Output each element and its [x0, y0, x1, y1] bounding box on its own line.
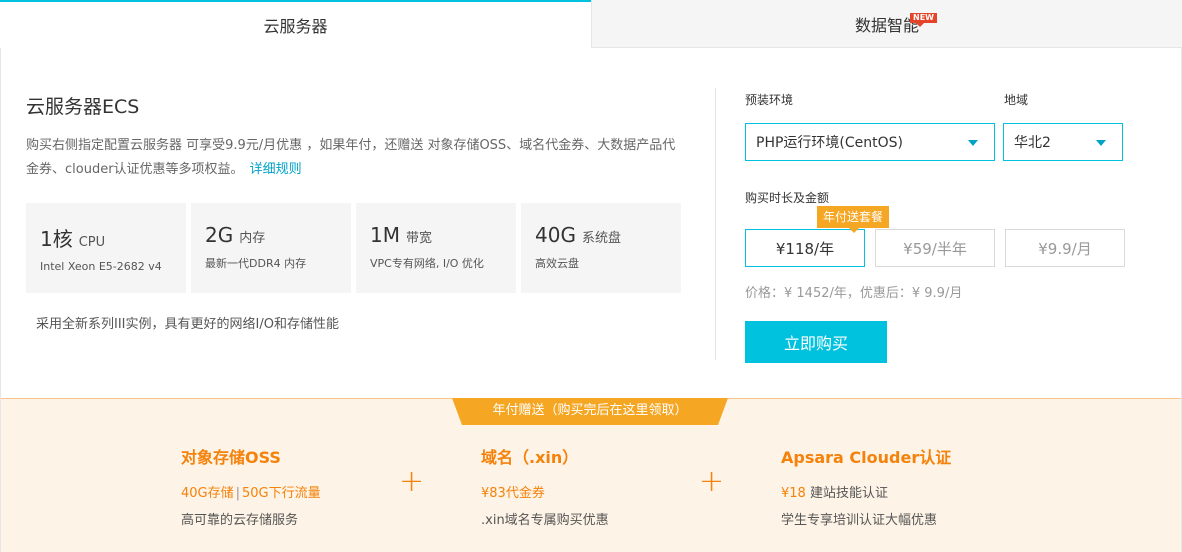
gift-domain-coupon: ¥83代金券	[481, 486, 545, 501]
spec-cpu-detail: Intel Xeon E5-2682 v4	[40, 260, 162, 273]
spec-card-cpu: 1核 CPU Intel Xeon E5-2682 v4	[26, 203, 186, 293]
duration-option-halfyear-label: ¥59/半年	[903, 239, 967, 258]
spec-cpu-unit: CPU	[78, 235, 106, 250]
gift-oss-separator: |	[235, 486, 241, 501]
gift-domain-desc: .xin域名专属购买优惠	[481, 513, 609, 528]
buy-now-label: 立即购买	[783, 334, 848, 353]
gift-oss-title: 对象存储OSS	[181, 448, 281, 467]
duration-option-year-label: ¥118/年	[775, 239, 835, 258]
spec-bandwidth-detail: VPC专有网络, I/O 优化	[370, 257, 484, 270]
duration-option-month[interactable]: ¥9.9/月	[1005, 229, 1125, 267]
plus-icon: +	[699, 464, 725, 499]
caret-down-icon	[968, 140, 978, 146]
duration-option-month-label: ¥9.9/月	[1038, 239, 1092, 258]
buy-now-button[interactable]: 立即购买	[745, 321, 887, 363]
price-text: 价格：¥ 1452/年，优惠后：¥ 9.9/月	[745, 286, 963, 301]
env-select[interactable]: PHP运行环境(CentOS)	[745, 123, 995, 161]
region-select[interactable]: 华北2	[1003, 123, 1123, 161]
tab-cloud-server-label: 云服务器	[263, 17, 328, 36]
gift-oss-desc: 高可靠的云存储服务	[181, 513, 299, 528]
gift-ribbon-text: 年付赠送（购买完后在这里领取）	[492, 403, 688, 418]
detail-rules-link[interactable]: 详细规则	[250, 162, 302, 177]
product-description-text: 购买右侧指定配置云服务器 可享受9.9元/月优惠 ，如果年付，还赠送 对象存储O…	[26, 138, 676, 177]
gift-clouder-desc: 学生专享培训认证大幅优惠	[781, 513, 938, 528]
duration-option-year[interactable]: ¥118/年	[745, 229, 865, 267]
gift-oss-traffic: 50G下行流量	[242, 486, 321, 501]
instance-note: 采用全新系列III实例，具有更好的网络I/O和存储性能	[36, 317, 339, 332]
gift-item-clouder: Apsara Clouder认证 ¥18 建站技能认证 学生专享培训认证大幅优惠	[781, 444, 951, 528]
spec-memory-detail: 最新一代DDR4 内存	[205, 257, 307, 270]
spec-cpu-value: 1核	[40, 227, 73, 251]
gift-item-domain: 域名（.xin） ¥83代金券 .xin域名专属购买优惠	[481, 444, 609, 528]
spec-memory-unit: 内存	[239, 231, 266, 246]
spec-disk-unit: 系统盘	[581, 231, 621, 246]
spec-memory-value: 2G	[205, 223, 234, 247]
promo-tag: 年付送套餐	[817, 206, 890, 233]
region-select-value: 华北2	[1014, 135, 1051, 151]
caret-down-icon	[1096, 140, 1106, 146]
gift-item-oss: 对象存储OSS 40G存储 | 50G下行流量 高可靠的云存储服务	[181, 444, 321, 528]
duration-label: 购买时长及金额	[745, 191, 830, 205]
gift-domain-title: 域名（.xin）	[481, 448, 579, 467]
tab-cloud-server[interactable]: 云服务器	[0, 0, 591, 48]
gift-clouder-skill: 建站技能认证	[809, 486, 888, 501]
spec-disk-value: 40G	[535, 223, 576, 247]
gift-clouder-title: Apsara Clouder认证	[781, 448, 952, 467]
env-label: 预装环境	[745, 93, 794, 107]
product-description: 购买右侧指定配置云服务器 可享受9.9元/月优惠 ，如果年付，还赠送 对象存储O…	[26, 134, 681, 182]
spec-card-disk: 40G 系统盘 高效云盘	[521, 203, 681, 293]
tab-data-intelligence[interactable]: 数据智能 NEW	[591, 0, 1182, 48]
plus-icon: +	[399, 464, 425, 499]
new-badge: NEW	[910, 13, 937, 27]
spec-disk-detail: 高效云盘	[535, 257, 579, 270]
gift-clouder-price: ¥18	[781, 486, 806, 501]
spec-bandwidth-value: 1M	[370, 223, 400, 247]
gift-oss-storage: 40G存储	[181, 486, 234, 501]
vertical-divider	[715, 88, 716, 360]
spec-card-bandwidth: 1M 带宽 VPC专有网络, I/O 优化	[356, 203, 516, 293]
spec-bandwidth-unit: 带宽	[405, 231, 432, 246]
duration-option-halfyear[interactable]: ¥59/半年	[875, 229, 995, 267]
region-label: 地域	[1004, 93, 1029, 107]
product-title: 云服务器ECS	[26, 96, 140, 118]
env-select-value: PHP运行环境(CentOS)	[756, 135, 903, 151]
spec-card-memory: 2G 内存 最新一代DDR4 内存	[191, 203, 351, 293]
gift-ribbon: 年付赠送（购买完后在这里领取）	[452, 398, 728, 425]
